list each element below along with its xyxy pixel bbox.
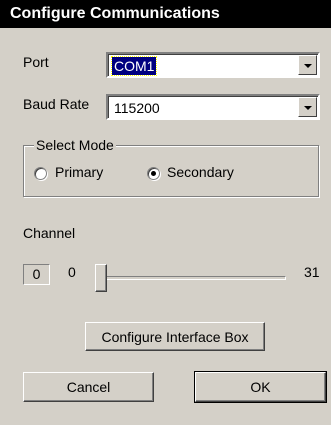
channel-min-label: 0 — [68, 264, 76, 280]
port-dropdown[interactable]: COM1 — [106, 52, 320, 78]
primary-label[interactable]: Primary — [55, 164, 103, 180]
port-label: Port — [23, 54, 49, 70]
configure-interface-box-button[interactable]: Configure Interface Box — [85, 322, 265, 351]
baud-rate-label: Baud Rate — [23, 96, 90, 112]
select-mode-legend: Select Mode — [34, 137, 116, 153]
cancel-button[interactable]: Cancel — [23, 372, 154, 402]
port-value: COM1 — [110, 56, 158, 76]
secondary-radio[interactable] — [147, 167, 160, 180]
secondary-label[interactable]: Secondary — [167, 164, 234, 180]
chevron-down-icon[interactable] — [298, 55, 317, 75]
radio-selected-dot — [151, 171, 156, 176]
primary-radio[interactable] — [34, 167, 47, 180]
baud-rate-value: 115200 — [114, 100, 160, 116]
window-title: Configure Communications — [0, 0, 331, 28]
chevron-down-icon[interactable] — [298, 97, 317, 117]
channel-label: Channel — [23, 225, 76, 241]
channel-slider-thumb[interactable] — [95, 264, 107, 292]
channel-max-label: 31 — [304, 264, 320, 280]
baud-rate-dropdown[interactable]: 115200 — [106, 94, 320, 120]
channel-slider-track[interactable] — [100, 276, 286, 280]
ok-button[interactable]: OK — [194, 371, 327, 403]
channel-value-box: 0 — [23, 264, 50, 285]
